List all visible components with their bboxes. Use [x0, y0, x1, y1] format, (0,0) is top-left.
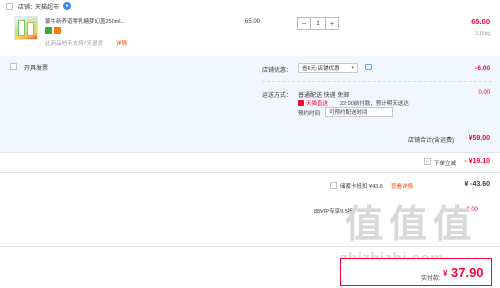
speech-bubble-icon[interactable]: [365, 64, 372, 70]
product-row: 蒙牛新养道零乳糖梦幻盖250ml... 此商品他不支持7天退货 详情 65.00…: [0, 12, 500, 56]
divider: [0, 172, 500, 173]
delivery-time-value: 可预约配送时间: [329, 110, 368, 116]
order-options-section: 开具发票 店铺优惠： 省6元:店铺优惠 ▾ -6.00 运送方式： 普通配送 快…: [0, 56, 500, 152]
shipping-eta: 22:00前付款，预计明天送达: [340, 101, 409, 107]
product-badge-green: [45, 27, 52, 34]
wangwang-chat-icon[interactable]: ●: [63, 2, 71, 10]
delivery-time-input[interactable]: 可预约配送时间: [325, 107, 393, 117]
watermark-glyphs: 值 值 值: [345, 205, 495, 245]
watermark-glyph: 值: [389, 204, 428, 246]
check-icon: ✓: [424, 158, 431, 165]
shop-discount-amount: -6.00: [475, 65, 490, 72]
tmall-direct-label: 天猫直送: [306, 101, 329, 107]
options-divider: [262, 81, 492, 82]
savings-card-label: 储蓄卡抵扣 ¥43.6: [340, 184, 383, 190]
shipping-label: 运送方式：: [262, 93, 293, 99]
shop-label: 店铺：: [18, 5, 37, 11]
instant-discount-label: 下单立减: [434, 161, 457, 167]
divider: [0, 246, 500, 247]
product-badge-orange: [54, 27, 61, 34]
unit-price: 65.00: [245, 19, 261, 25]
shipping-amount: 0.00: [478, 90, 490, 96]
product-title[interactable]: 蒙牛新养道零乳糖梦幻盖250ml...: [45, 17, 125, 25]
product-thumbnail[interactable]: [14, 16, 38, 40]
chevron-down-icon: ▾: [351, 65, 354, 71]
return-policy-link[interactable]: 详情: [116, 39, 127, 47]
delivery-time-label: 预约时间: [298, 111, 321, 117]
divider: [0, 152, 500, 153]
item-subtotal: 65.00: [471, 17, 490, 26]
return-policy-note: 此商品他不支持7天退货: [45, 41, 104, 47]
item-weight: 3.15kg: [474, 31, 490, 37]
qty-decrease-button[interactable]: −: [298, 18, 310, 29]
qty-value[interactable]: 1: [310, 18, 326, 29]
shipping-method: 普通配送 快递 免邮: [298, 93, 350, 99]
tmall-direct-icon: [298, 100, 304, 106]
shop-discount-selected: 省6元:店铺优惠: [302, 66, 340, 72]
shop-name[interactable]: 天猫超市: [35, 2, 59, 11]
qty-increase-button[interactable]: +: [326, 18, 338, 29]
savings-card-amount: ¥ -43.60: [464, 181, 490, 188]
invoice-checkbox[interactable]: [10, 63, 17, 70]
shop-total-label: 店铺合计(含运费): [408, 138, 454, 144]
savings-card-link[interactable]: 查看详情: [391, 182, 413, 190]
final-total-box: 实付款: ¥ 37.90: [340, 258, 492, 286]
final-total-label: 实付款:: [421, 276, 441, 282]
watermark-glyph: 值: [345, 204, 384, 246]
shop-discount-label: 店铺优惠：: [262, 68, 293, 74]
shop-header: 店铺： 天猫超市 ●: [0, 0, 500, 12]
shop-total-amount: ¥59.00: [468, 135, 490, 142]
shop-discount-select[interactable]: 省6元:店铺优惠 ▾: [298, 63, 358, 73]
invoice-label: 开具发票: [24, 66, 49, 72]
watermark-glyph: 值: [433, 204, 472, 246]
instant-discount-amount: - ¥19.10: [464, 158, 490, 165]
final-total-amount: 37.90: [451, 265, 484, 280]
final-total-currency: ¥: [443, 269, 448, 278]
quantity-stepper: − 1 +: [297, 17, 339, 30]
savings-card-checkbox[interactable]: [330, 182, 337, 189]
shop-checkbox[interactable]: [6, 3, 13, 10]
